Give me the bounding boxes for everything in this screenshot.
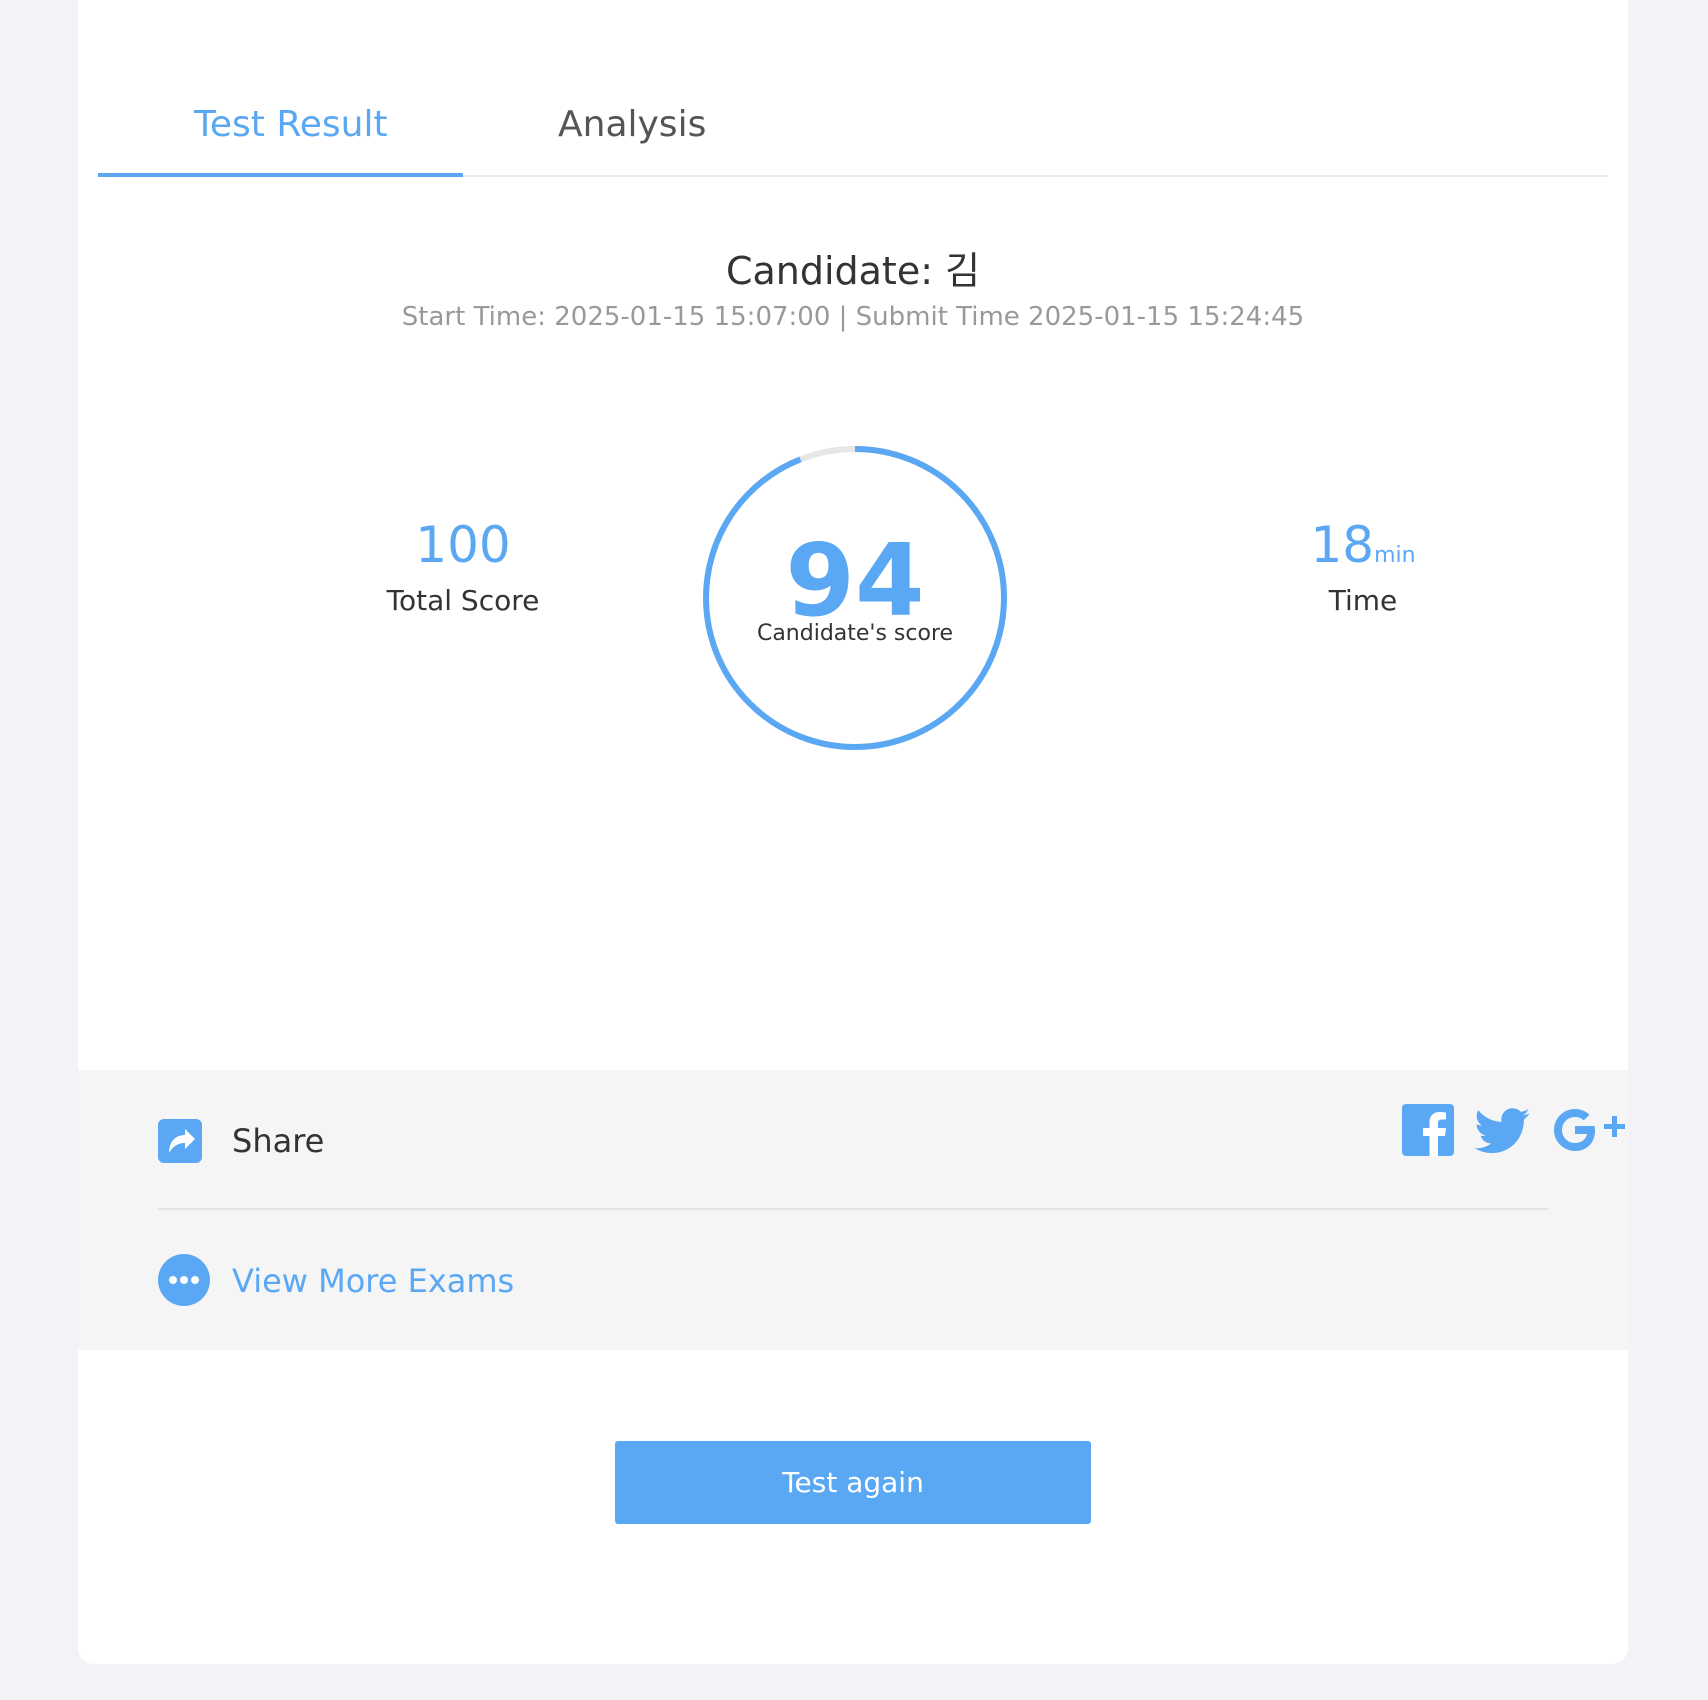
tab-test-result[interactable]: Test Result bbox=[194, 104, 388, 145]
result-card: Test Result Analysis Candidate: 김 Start … bbox=[78, 0, 1628, 1664]
twitter-icon[interactable] bbox=[1474, 1108, 1530, 1158]
view-more-row: View More Exams bbox=[158, 1210, 1548, 1350]
score-ring: 94 Candidate's score bbox=[700, 443, 1010, 753]
tab-bar: Test Result Analysis bbox=[98, 70, 1608, 177]
test-again-button[interactable]: Test again bbox=[615, 1441, 1091, 1524]
active-tab-indicator bbox=[98, 173, 463, 177]
share-row: Share bbox=[158, 1070, 1625, 1210]
candidate-score-label: Candidate's score bbox=[756, 621, 954, 646]
candidate-name: Candidate: 김 bbox=[725, 249, 981, 293]
total-score-value: 100 bbox=[415, 516, 511, 574]
share-label: Share bbox=[232, 1122, 325, 1160]
test-times: Start Time: 2025-01-15 15:07:00 | Submit… bbox=[401, 302, 1305, 332]
facebook-icon[interactable] bbox=[1402, 1104, 1454, 1160]
share-icon[interactable] bbox=[158, 1119, 202, 1163]
google-plus-icon[interactable] bbox=[1548, 1104, 1628, 1162]
time-unit: min bbox=[1374, 543, 1416, 568]
time-value-group: 18min bbox=[1258, 520, 1468, 570]
time-value: 18 bbox=[1310, 516, 1375, 574]
tab-analysis[interactable]: Analysis bbox=[558, 104, 706, 145]
candidate-score-value: 94 bbox=[785, 522, 925, 639]
time-label: Time bbox=[1328, 584, 1398, 617]
total-score-stat: 100 Total Score bbox=[328, 520, 598, 617]
more-icon[interactable] bbox=[158, 1254, 210, 1306]
total-score-label: Total Score bbox=[386, 584, 540, 617]
share-panel: Share View More Exams bbox=[78, 1070, 1628, 1350]
view-more-exams-link[interactable]: View More Exams bbox=[232, 1262, 514, 1300]
time-stat: 18min Time bbox=[1258, 520, 1468, 617]
